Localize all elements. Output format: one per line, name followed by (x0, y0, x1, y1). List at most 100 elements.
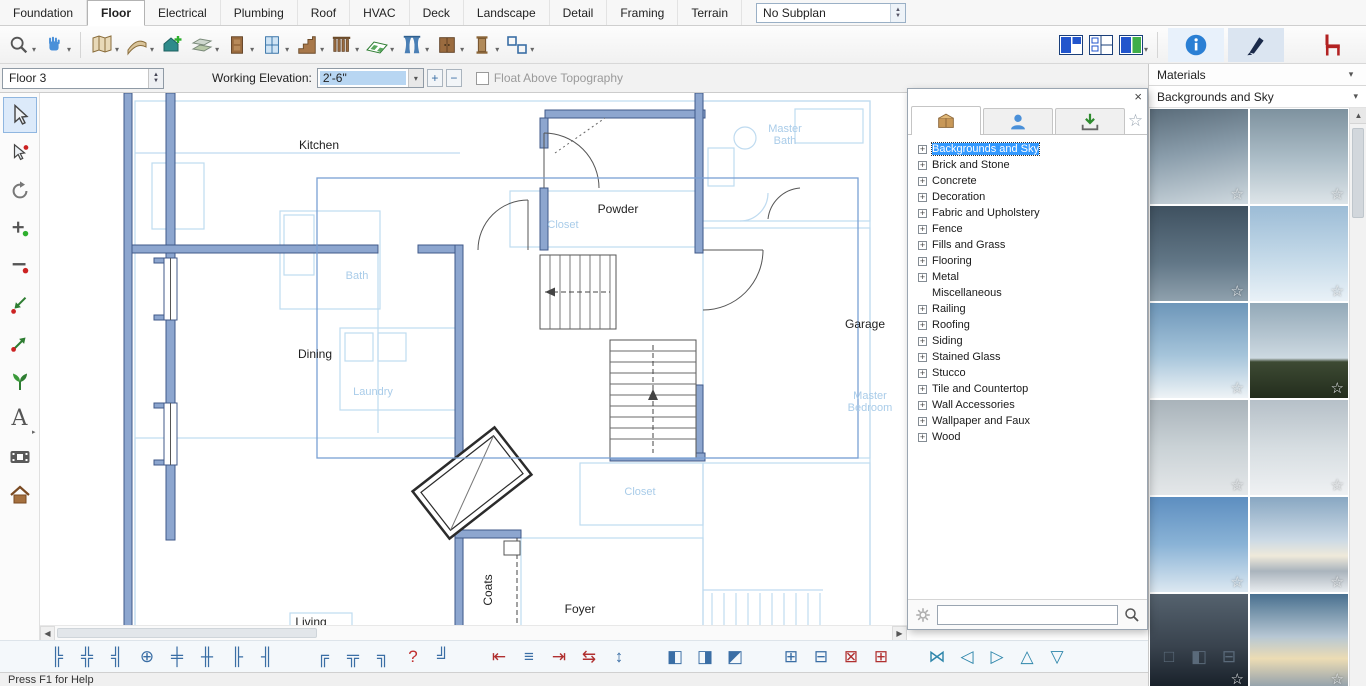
expander-icon[interactable]: + (918, 273, 927, 282)
library-item-fence[interactable]: +Fence (918, 221, 1147, 237)
swap-horizontal-icon[interactable]: ⇆ (578, 647, 600, 667)
library-item-fills-and-grass[interactable]: +Fills and Grass (918, 237, 1147, 253)
canvas-horizontal-scrollbar[interactable]: ◀ ▶ (40, 625, 907, 640)
menu-tab-detail[interactable]: Detail (550, 0, 608, 25)
materials-scrollbar[interactable]: ▲ (1349, 108, 1366, 686)
select-special-tool-button[interactable] (3, 135, 37, 171)
pan-button[interactable] (39, 30, 69, 60)
material-thumb-morning-clouds[interactable]: ☆ (1149, 302, 1249, 399)
menu-tab-foundation[interactable]: Foundation (0, 0, 87, 25)
expander-icon[interactable]: + (918, 433, 927, 442)
scroll-up-icon[interactable]: ▲ (1350, 108, 1366, 124)
expander-icon[interactable]: + (918, 193, 927, 202)
menu-tab-plumbing[interactable]: Plumbing (221, 0, 298, 25)
view-layout-3-button[interactable] (1116, 30, 1146, 60)
flip-left-icon[interactable]: ◁ (956, 647, 978, 667)
library-search-input[interactable] (937, 605, 1118, 625)
column-button[interactable] (467, 30, 497, 60)
expander-icon[interactable]: + (918, 161, 927, 170)
expander-icon[interactable]: + (918, 145, 927, 154)
scrollbar-track[interactable] (55, 626, 892, 640)
align-left-icon[interactable]: ⇤ (488, 647, 510, 667)
flip-down-icon[interactable]: ▽ (1046, 647, 1068, 667)
wall-connect-v-icon[interactable]: ╫ (196, 647, 218, 667)
subplan-dropdown[interactable]: No Subplan ▲▼ (756, 3, 906, 23)
material-thumb-cumulus-sky[interactable]: ☆ (1149, 496, 1249, 593)
wall-trim-icon[interactable]: ╣ (106, 647, 128, 667)
menu-tab-terrain[interactable]: Terrain (678, 0, 742, 25)
wall-join-icon[interactable]: ╬ (76, 647, 98, 667)
elevation-decrease-button[interactable]: − (446, 69, 462, 87)
anchor-collapse-icon[interactable]: ⊟ (810, 647, 832, 667)
library-item-railing[interactable]: +Railing (918, 301, 1147, 317)
wall-break-icon[interactable]: ╠ (46, 647, 68, 667)
scroll-right-icon[interactable]: ▶ (892, 626, 907, 641)
cabinet-button[interactable] (432, 30, 462, 60)
material-thumb-dusk-sky[interactable]: ☆ (1149, 205, 1249, 302)
material-thumb-field-horizon[interactable]: ☆ (1249, 302, 1349, 399)
search-icon[interactable] (1123, 606, 1141, 624)
favorite-star-icon[interactable]: ☆ (1331, 573, 1344, 591)
library-item-flooring[interactable]: +Flooring (918, 253, 1147, 269)
distribute-rows-icon[interactable]: ≡ (518, 647, 540, 667)
text-tool-caret-icon[interactable]: ▸ (32, 428, 36, 436)
material-thumb-dark-storm[interactable]: ☆ (1149, 593, 1249, 686)
terrain-button[interactable] (187, 30, 217, 60)
distribute-vertical-icon[interactable]: ↕ (608, 647, 630, 667)
expander-icon[interactable]: + (918, 241, 927, 250)
favorite-star-icon[interactable]: ☆ (1231, 185, 1244, 203)
library-item-wallpaper-and-faux[interactable]: +Wallpaper and Faux (918, 413, 1147, 429)
library-item-stained-glass[interactable]: +Stained Glass (918, 349, 1147, 365)
subplan-spinner[interactable]: ▲▼ (890, 4, 905, 22)
expander-icon[interactable]: + (918, 305, 927, 314)
anchor-expand-icon[interactable]: ⊞ (780, 647, 802, 667)
door-button[interactable] (222, 30, 252, 60)
fill-right-icon[interactable]: ◨ (694, 647, 716, 667)
downloads-tab[interactable] (1055, 108, 1125, 134)
expander-icon[interactable]: + (918, 177, 927, 186)
expander-icon[interactable]: + (918, 209, 927, 218)
menu-tab-framing[interactable]: Framing (607, 0, 678, 25)
info-button[interactable] (1168, 28, 1224, 62)
library-item-wood[interactable]: +Wood (918, 429, 1147, 445)
library-item-miscellaneous[interactable]: +Miscellaneous (918, 285, 1147, 301)
menu-tab-floor[interactable]: Floor (87, 0, 145, 26)
favorite-star-icon[interactable]: ☆ (1231, 379, 1244, 397)
wall-extend-left-icon[interactable]: ╟ (226, 647, 248, 667)
floor-tiles-button[interactable] (362, 30, 392, 60)
expander-icon[interactable]: + (918, 257, 927, 266)
snap-in-tool-button[interactable] (3, 287, 37, 323)
close-icon[interactable]: × (1134, 89, 1142, 104)
measure-query-icon[interactable]: ? (402, 647, 424, 667)
scroll-left-icon[interactable]: ◀ (40, 626, 55, 641)
flip-up-icon[interactable]: △ (1016, 647, 1038, 667)
material-thumb-hazy-sky[interactable]: ☆ (1249, 108, 1349, 205)
view-section-icon[interactable]: ⊟ (1218, 647, 1240, 667)
library-item-tile-and-countertop[interactable]: +Tile and Countertop (918, 381, 1147, 397)
library-item-concrete[interactable]: +Concrete (918, 173, 1147, 189)
wall-intersect-icon[interactable]: ⊕ (136, 647, 158, 667)
menu-tab-landscape[interactable]: Landscape (464, 0, 550, 25)
material-thumb-sunset-clouds[interactable]: ☆ (1249, 593, 1349, 686)
library-item-siding[interactable]: +Siding (918, 333, 1147, 349)
catalog-tab[interactable] (911, 106, 981, 135)
material-thumb-light-clouds[interactable]: ☆ (1249, 399, 1349, 496)
favorite-star-icon[interactable]: ☆ (1231, 282, 1244, 300)
zoom-button[interactable] (4, 30, 34, 60)
library-item-fabric-and-upholstery[interactable]: +Fabric and Upholstery (918, 205, 1147, 221)
expander-icon[interactable]: + (918, 337, 927, 346)
menu-tab-electrical[interactable]: Electrical (145, 0, 221, 25)
text-tool-button[interactable]: A▸ (3, 401, 37, 437)
menu-tab-roof[interactable]: Roof (298, 0, 350, 25)
view-layout-1-button[interactable] (1056, 30, 1086, 60)
fill-left-icon[interactable]: ◧ (664, 647, 686, 667)
anchor-delete-icon[interactable]: ⊠ (840, 647, 862, 667)
scrollbar-thumb[interactable] (57, 628, 317, 638)
favorite-star-icon[interactable]: ☆ (1231, 670, 1244, 686)
float-topography-checkbox[interactable] (476, 72, 489, 85)
library-item-wall-accessories[interactable]: +Wall Accessories (918, 397, 1147, 413)
favorite-star-icon[interactable]: ☆ (1231, 573, 1244, 591)
wall-extend-right-icon[interactable]: ╢ (256, 647, 278, 667)
select-tool-button[interactable] (3, 97, 37, 133)
add-point-tool-button[interactable] (3, 211, 37, 247)
